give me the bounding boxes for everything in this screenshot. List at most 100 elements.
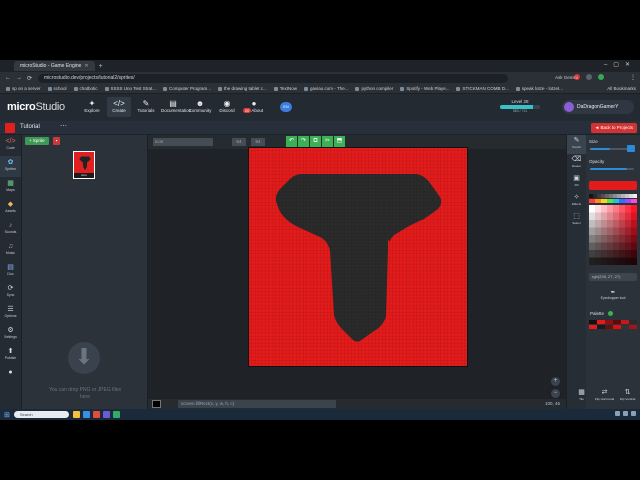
- window-controls[interactable]: –▢✕: [604, 61, 636, 68]
- new-tab-icon[interactable]: +: [99, 63, 103, 70]
- tool-select[interactable]: ⬚ Select: [567, 211, 586, 230]
- sprite-height-input[interactable]: 64: [251, 138, 265, 146]
- level-indicator: Level 28 583 / 711: [500, 99, 540, 113]
- bookmark-item[interactable]: the drawing tablet c...: [218, 86, 267, 91]
- nav-label: Create: [112, 108, 126, 113]
- language-selector[interactable]: EN: [280, 102, 292, 112]
- cut-icon[interactable]: ✂: [322, 136, 333, 147]
- redo-icon[interactable]: ↷: [298, 136, 309, 147]
- sidebar-item-doc[interactable]: ▤ Doc: [0, 261, 21, 282]
- file-explorer-icon[interactable]: [72, 411, 80, 418]
- back-to-projects-button[interactable]: ◄ Back to Projects: [590, 123, 637, 133]
- windows-start-icon[interactable]: ⊞: [4, 411, 10, 419]
- chrome-icon[interactable]: [92, 411, 100, 418]
- nav-explore[interactable]: ✦ Explore: [80, 97, 104, 117]
- sidebar-item-sprites[interactable]: ✿ Sprites: [0, 156, 21, 177]
- nav-discord[interactable]: ◉ Discord: [215, 97, 239, 117]
- sidebar-item-publish[interactable]: ⬆ Publish: [0, 345, 21, 366]
- bookmark-item[interactable]: chatbotic: [73, 86, 98, 91]
- app-icon[interactable]: [102, 411, 110, 418]
- close-icon[interactable]: ✕: [84, 61, 88, 71]
- bookmark-item[interactable]: SSSS Uno Test Strat...: [104, 86, 156, 91]
- tool-pencil[interactable]: ✎ Pencil: [567, 135, 586, 154]
- nav-about[interactable]: ● 20 About: [242, 97, 266, 117]
- nav-create[interactable]: </> Create: [107, 97, 131, 117]
- palette-add-icon[interactable]: [608, 311, 613, 316]
- edge-icon[interactable]: [82, 411, 90, 418]
- tile-button[interactable]: ▦ Tile: [570, 387, 593, 407]
- sidebar-item-label: Music: [5, 251, 16, 255]
- size-value-box[interactable]: [627, 145, 635, 152]
- bookmark-item[interactable]: speak lotze - lotzet...: [515, 86, 563, 91]
- battery-icon[interactable]: [631, 411, 636, 416]
- add-sprite-button[interactable]: + Sprite: [25, 137, 49, 145]
- sidebar-item-sounds[interactable]: ♪ Sounds: [0, 219, 21, 240]
- selected-color-bar[interactable]: [589, 181, 637, 190]
- extension-icon[interactable]: [598, 74, 604, 80]
- bookmark-item[interactable]: school: [47, 86, 67, 91]
- project-menu-icon[interactable]: ⋯: [60, 122, 67, 130]
- nav-documentation[interactable]: ▤ Documentation: [161, 97, 191, 117]
- eyedropper-button[interactable]: ✒ Eyedropper tool: [589, 289, 637, 300]
- bookmark-item[interactable]: Computer Program...: [162, 86, 211, 91]
- sprite-name-input[interactable]: icon: [153, 138, 213, 146]
- sidebar-item-music[interactable]: ♫ Music: [0, 240, 21, 261]
- bookmark-item[interactable]: Spotify - Web Playe...: [400, 86, 449, 91]
- top-nav: ✦ Explore </> Create ✎ Tutorials ▤ Documentatio…: [80, 97, 266, 117]
- opacity-slider[interactable]: [590, 168, 634, 170]
- microstudio-logo[interactable]: microStudio: [7, 101, 65, 113]
- bookmark-item[interactable]: STICKMAN COMB D...: [456, 86, 509, 91]
- browser-menu-icon[interactable]: ⋮: [630, 74, 636, 81]
- project-name: Tutorial: [20, 124, 40, 130]
- nav-community[interactable]: ☻ Community: [188, 97, 212, 117]
- reload-icon[interactable]: ⟳: [27, 75, 32, 82]
- flip-horizontal-button[interactable]: ⇄ Flip Horizontal: [593, 387, 616, 407]
- sprite-thumbnail[interactable]: icon: [73, 151, 95, 179]
- extension-icon[interactable]: [586, 74, 592, 80]
- volume-icon[interactable]: [623, 411, 628, 416]
- tool-effects[interactable]: ✧ Effects: [567, 192, 586, 211]
- paste-icon[interactable]: ⬒: [334, 136, 345, 147]
- ask-gemini-button[interactable]: Ask Gemini: [555, 75, 578, 80]
- zoom-in-icon[interactable]: +: [551, 377, 560, 386]
- back-arrow-icon[interactable]: ←: [5, 75, 11, 81]
- forward-arrow-icon[interactable]: →: [16, 75, 22, 81]
- bookmark-icon: [515, 86, 520, 91]
- nav-tutorials[interactable]: ✎ Tutorials: [134, 97, 158, 117]
- color-code-input[interactable]: rgb(228, 27, 27): [589, 273, 637, 281]
- flip-vertical-button[interactable]: ⇅ Flip Vertical: [616, 387, 639, 407]
- sidebar-item-sync[interactable]: ⟳ Sync: [0, 282, 21, 303]
- sidebar-item-code[interactable]: </> Code: [0, 135, 21, 156]
- bookmark-label: Computer Program...: [168, 86, 211, 91]
- current-color-swatch[interactable]: [152, 400, 161, 408]
- delete-sprite-icon[interactable]: ▪: [52, 137, 61, 145]
- user-menu[interactable]: DaDragonGamerY: [562, 100, 634, 114]
- tool-eraser[interactable]: ⌫ Eraser: [567, 154, 586, 173]
- sidebar-item-extra[interactable]: ●: [0, 366, 21, 387]
- bookmark-item[interactable]: sp on a server: [6, 86, 41, 91]
- zoom-out-icon[interactable]: −: [551, 389, 560, 398]
- bookmark-label: the drawing tablet c...: [224, 86, 267, 91]
- palette-swatches[interactable]: [589, 320, 637, 330]
- tool-fill[interactable]: ▣ Fill: [567, 173, 586, 192]
- sprite-width-input[interactable]: 64: [232, 138, 246, 146]
- sidebar-item-settings[interactable]: ⚙ Settings: [0, 324, 21, 345]
- code-snippet-field[interactable]: screen.fillRect(x, y, w, h, c): [178, 400, 336, 408]
- url-input[interactable]: microstudio.dev/projects/tutorial2/sprit…: [38, 73, 509, 83]
- browser-tab[interactable]: microStudio - Game Engine ✕: [14, 61, 95, 71]
- copy-icon[interactable]: ⧉: [310, 136, 321, 147]
- app-icon[interactable]: [112, 411, 120, 418]
- all-bookmarks[interactable]: All Bookmarks: [607, 86, 636, 91]
- bookmark-item[interactable]: gaviao.com - The...: [304, 86, 348, 91]
- sidebar-item-options[interactable]: ☰ Options: [0, 303, 21, 324]
- sidebar-item-maps[interactable]: ▦ Maps: [0, 177, 21, 198]
- sidebar-item-assets[interactable]: ◆ Assets: [0, 198, 21, 219]
- taskbar-search-input[interactable]: Search: [13, 411, 69, 418]
- bookmark-item[interactable]: python compiler: [355, 86, 393, 91]
- color-picker-grid[interactable]: [589, 194, 637, 268]
- bookmark-item[interactable]: TextNow: [273, 86, 297, 91]
- wifi-icon[interactable]: [615, 411, 620, 416]
- undo-icon[interactable]: ↶: [286, 136, 297, 147]
- pixel-canvas[interactable]: [248, 147, 468, 367]
- options-icon: ☰: [7, 306, 14, 313]
